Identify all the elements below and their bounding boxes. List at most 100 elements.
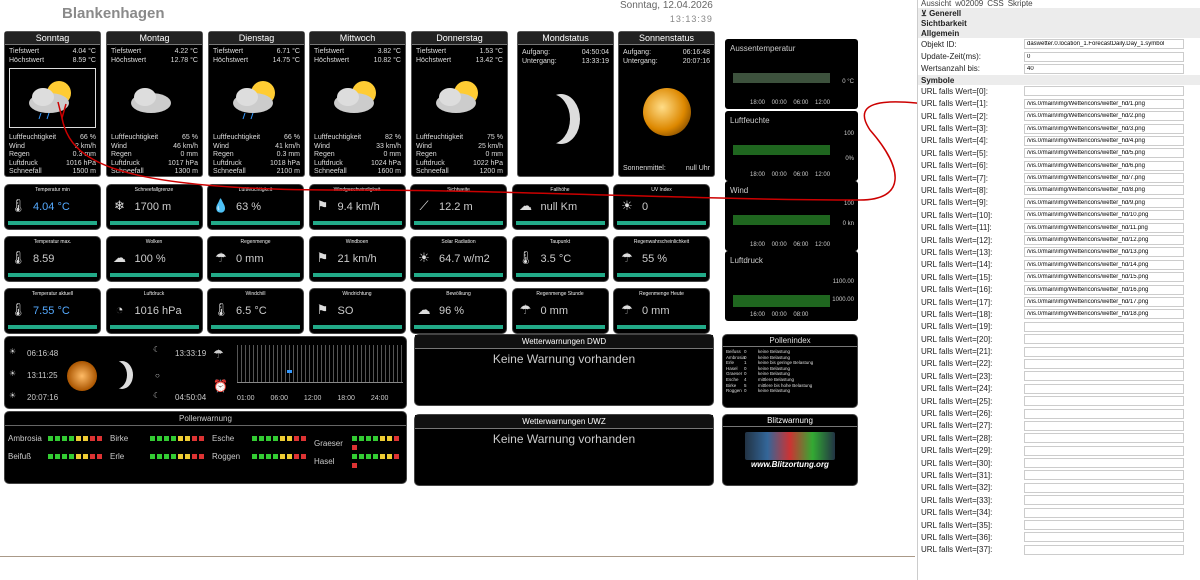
pollen-lamp: [48, 454, 53, 459]
url-input[interactable]: [1024, 346, 1184, 357]
row-value: 4.04 °C: [72, 48, 96, 55]
url-input[interactable]: [1024, 482, 1184, 493]
url-input[interactable]: [1024, 408, 1184, 419]
visibility-icon: ⟋: [419, 198, 429, 213]
section-symbole[interactable]: Symbole: [918, 75, 1200, 86]
url-input[interactable]: [1024, 544, 1184, 555]
section-sichtbarkeit[interactable]: Sichtbarkeit: [918, 18, 1200, 28]
url-label: URL falls Wert=[19]:: [921, 322, 993, 332]
url-input[interactable]: [1024, 222, 1184, 233]
tile-title: Regenmenge Heute: [639, 291, 684, 297]
graph-0[interactable]: Aussentemperatur 0 °C 18:00 00:00 06:00 12…: [725, 39, 858, 109]
url-input[interactable]: [1024, 259, 1184, 270]
url-input[interactable]: [1024, 396, 1184, 407]
cloud-sun-rain-icon[interactable]: [9, 68, 96, 128]
object-id-input[interactable]: [1024, 39, 1184, 50]
moonset-icon: ☾: [153, 345, 161, 354]
update-time-input[interactable]: [1024, 51, 1184, 62]
tab-3[interactable]: Skripte: [1008, 0, 1033, 8]
cloud-height-icon: ☁: [519, 198, 532, 213]
url-input[interactable]: [1024, 532, 1184, 543]
sun-title: Sonnenstatus: [619, 32, 714, 45]
graph-axis: 18:00 00:00 06:00 12:00: [750, 172, 831, 178]
pollen-lamp: [294, 454, 299, 459]
url-input[interactable]: [1024, 297, 1184, 307]
moonrise-icon: ☾: [153, 391, 161, 400]
pollen-lamp: [192, 436, 197, 441]
tab-0[interactable]: Aussicht: [921, 0, 951, 8]
pollen-index-row: Roggen 0 keine Belastung: [726, 388, 854, 394]
pollen-lamp: [171, 436, 176, 441]
url-input[interactable]: [1024, 507, 1184, 518]
pollen-lamp: [301, 436, 306, 441]
tile-bar: [312, 221, 402, 225]
value-count-input[interactable]: [1024, 63, 1184, 74]
url-input[interactable]: [1024, 272, 1184, 283]
thermometer-icon: 🌡: [9, 198, 27, 213]
url-input[interactable]: [1024, 173, 1184, 184]
tile-value: 55 %: [642, 253, 668, 265]
graph-3[interactable]: Luftdruck 1100.00 1000.00 16:00 00:00 08:00: [725, 251, 858, 321]
sunset-icon: ☀: [9, 391, 17, 400]
pollen-lamp: [178, 436, 183, 441]
object-id-label: Objekt ID:: [921, 39, 957, 49]
url-input[interactable]: [1024, 148, 1184, 159]
tile-bar: [8, 221, 97, 225]
url-row: URL falls Wert=[5]:: [918, 147, 1200, 159]
tile-bar: [617, 325, 706, 329]
graph-axis: 18:00 00:00 06:00 12:00: [750, 100, 831, 106]
url-input[interactable]: [1024, 470, 1184, 481]
graph-2[interactable]: Wind 100 0 kn 18:00 00:00 06:00 12:00: [725, 181, 858, 251]
url-input[interactable]: [1024, 458, 1184, 469]
lightning-url[interactable]: www.Blitzortung.org: [723, 460, 857, 469]
url-input[interactable]: [1024, 321, 1184, 332]
url-input[interactable]: [1024, 86, 1184, 97]
graph-label: Aussentemperatur: [730, 44, 796, 53]
url-input[interactable]: [1024, 495, 1184, 506]
url-input[interactable]: [1024, 111, 1184, 122]
sunset-time: 20:07:16: [27, 393, 59, 402]
pollen-lamp: [76, 436, 81, 441]
url-input[interactable]: [1024, 247, 1184, 258]
section-allgemein[interactable]: Allgemein: [918, 28, 1200, 38]
tile-title: Windgeschwindigkeit: [333, 187, 381, 193]
graph-1[interactable]: Luftfeuchte 100 0% 18:00 00:00 06:00 12:00: [725, 111, 858, 181]
url-input[interactable]: [1024, 358, 1184, 369]
pollen-lamp: [366, 454, 372, 459]
tab-2[interactable]: CSS: [987, 0, 1003, 8]
url-input[interactable]: [1024, 135, 1184, 146]
pollen-lamp: [192, 454, 197, 459]
pollen-index-title: Pollenindex: [723, 335, 857, 347]
tab-1[interactable]: w02009: [955, 0, 983, 8]
pollen-name: Esche: [212, 434, 235, 443]
date-label: Sonntag, 12.04.2026: [620, 0, 713, 11]
url-input[interactable]: [1024, 160, 1184, 171]
url-label: URL falls Wert=[15]:: [921, 272, 993, 282]
url-input[interactable]: [1024, 185, 1184, 196]
url-input[interactable]: [1024, 371, 1184, 382]
url-input[interactable]: [1024, 445, 1184, 456]
url-input[interactable]: [1024, 197, 1184, 208]
url-input[interactable]: [1024, 309, 1184, 320]
section-generell[interactable]: ⊻ Generell: [918, 8, 1200, 18]
moon-set-label: Untergang:: [522, 57, 557, 65]
row-value: 1500 m: [72, 168, 96, 175]
url-input[interactable]: [1024, 433, 1184, 444]
url-input[interactable]: [1024, 235, 1184, 246]
url-input[interactable]: [1024, 98, 1184, 109]
url-input[interactable]: [1024, 210, 1184, 221]
url-label: URL falls Wert=[34]:: [921, 508, 993, 518]
url-input[interactable]: [1024, 334, 1184, 345]
day-row: Schneefall 1500 m: [5, 168, 100, 177]
pollen-lamp: [55, 436, 60, 441]
tile-bar: [312, 273, 402, 277]
url-label: URL falls Wert=[33]:: [921, 495, 993, 505]
url-input[interactable]: [1024, 284, 1184, 295]
url-input[interactable]: [1024, 420, 1184, 431]
metric-tile: Schneefallgrenze ❄ 1700 m: [105, 184, 203, 230]
tile-title: UV Index: [651, 187, 672, 193]
detail-block: Luftfeuchtigkeit 75 % Wind 25 km/h Regen 0 mm…: [412, 134, 507, 177]
url-input[interactable]: [1024, 383, 1184, 394]
url-input[interactable]: [1024, 520, 1184, 531]
url-input[interactable]: [1024, 123, 1184, 134]
